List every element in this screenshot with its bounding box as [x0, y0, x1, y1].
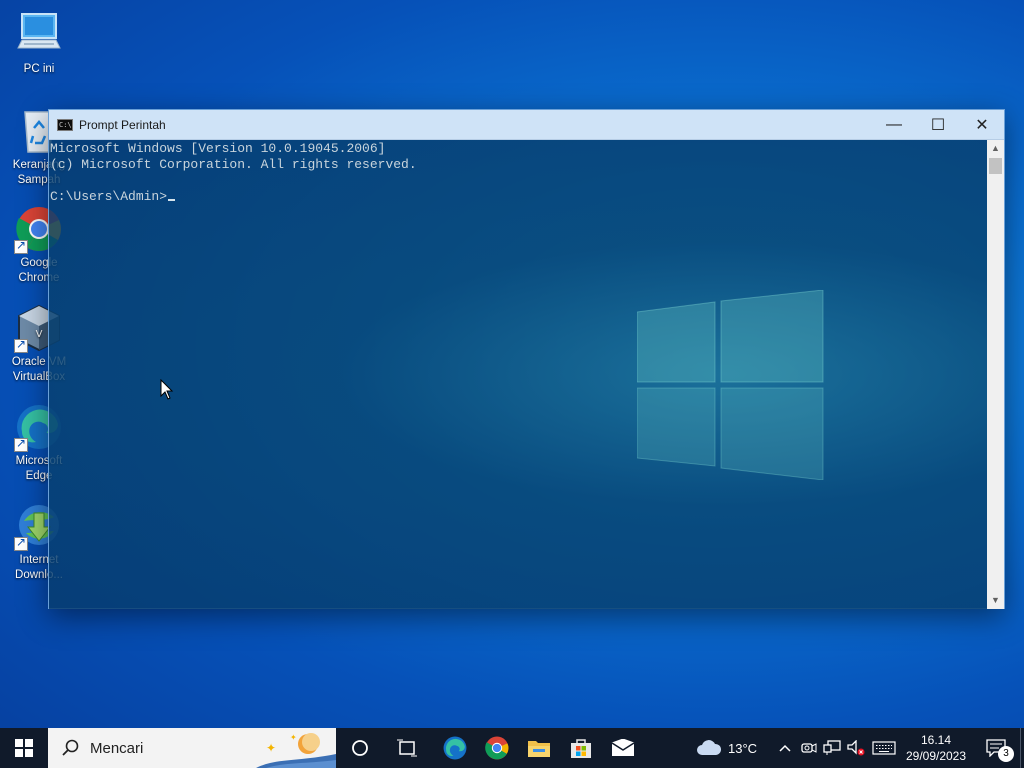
desktop-icon-this-pc[interactable]: PC ini	[6, 10, 72, 77]
show-hidden-icons-button[interactable]	[776, 728, 794, 768]
windows-start-icon	[15, 739, 33, 757]
taskbar-chrome-button[interactable]	[476, 728, 518, 768]
file-explorer-icon	[528, 741, 550, 757]
scrollbar-thumb[interactable]	[989, 158, 1002, 174]
search-highlight-illustration: ✦ ✦	[256, 733, 336, 768]
scroll-up-arrow-icon[interactable]: ▲	[987, 140, 1004, 157]
shortcut-arrow-icon	[14, 238, 28, 254]
meet-now-button[interactable]	[799, 728, 819, 768]
weather-temperature: 13°C	[728, 740, 758, 756]
search-placeholder: Mencari	[90, 739, 144, 757]
command-prompt-window[interactable]: C:\ Prompt Perintah — ☐ ✕ Microsoft Wind…	[48, 109, 1005, 609]
meet-now-icon	[801, 743, 817, 753]
console-line: Microsoft Windows [Version 10.0.19045.20…	[50, 141, 386, 156]
shortcut-arrow-icon	[14, 337, 28, 353]
weather-widget[interactable]: 13°C	[696, 728, 766, 768]
svg-text:V: V	[36, 329, 43, 340]
task-view-button[interactable]	[386, 728, 428, 768]
keyboard-icon	[872, 741, 896, 755]
volume-muted-icon	[847, 740, 865, 756]
chrome-icon	[485, 736, 509, 760]
cortana-button[interactable]	[339, 728, 381, 768]
edge-icon	[443, 736, 467, 760]
vertical-scrollbar[interactable]: ▲ ▼	[987, 140, 1004, 609]
console-prompt-line[interactable]: C:\Users\Admin>	[50, 189, 417, 205]
window-title: Prompt Perintah	[79, 117, 166, 132]
shortcut-arrow-icon	[14, 535, 28, 551]
console-line: (c) Microsoft Corporation. All rights re…	[50, 157, 417, 172]
taskbar-search-box[interactable]: Mencari ✦ ✦	[48, 728, 336, 768]
shortcut-arrow-icon	[14, 436, 28, 452]
show-desktop-button[interactable]	[1020, 728, 1024, 768]
task-view-icon	[397, 739, 417, 757]
console-prompt: C:\Users\Admin>	[50, 189, 168, 204]
windows-logo-wallpaper	[636, 289, 827, 485]
volume-button[interactable]	[846, 728, 866, 768]
scroll-down-arrow-icon[interactable]: ▼	[987, 592, 1004, 609]
mouse-pointer-icon	[160, 378, 174, 406]
minimize-button[interactable]: —	[872, 110, 916, 140]
console-area[interactable]: Microsoft Windows [Version 10.0.19045.20…	[49, 140, 988, 609]
search-icon	[62, 739, 79, 756]
svg-text:✦: ✦	[290, 733, 297, 742]
mail-icon	[611, 739, 635, 756]
notification-count-badge: 3	[998, 746, 1014, 762]
notification-center-button[interactable]: 3	[976, 728, 1016, 768]
store-icon	[571, 739, 591, 758]
window-titlebar[interactable]: C:\ Prompt Perintah — ☐ ✕	[49, 110, 1004, 140]
clock-time: 16.14	[920, 733, 952, 747]
console-output[interactable]: Microsoft Windows [Version 10.0.19045.20…	[50, 141, 417, 205]
cmd-app-icon: C:\	[57, 118, 73, 131]
cortana-icon	[352, 740, 368, 756]
taskbar: Mencari ✦ ✦ 13°C 16.14 29/09/2023 3	[0, 728, 1024, 768]
keyboard-button[interactable]	[871, 728, 897, 768]
taskbar-edge-button[interactable]	[434, 728, 476, 768]
close-button[interactable]: ✕	[960, 110, 1004, 140]
computer-icon	[14, 10, 64, 60]
start-button[interactable]	[0, 728, 48, 768]
clock[interactable]: 16.14 29/09/2023	[900, 728, 972, 768]
network-icon	[823, 740, 841, 755]
clock-date: 29/09/2023	[905, 749, 967, 763]
svg-text:✦: ✦	[266, 741, 276, 755]
network-button[interactable]	[822, 728, 842, 768]
taskbar-mail-button[interactable]	[602, 728, 644, 768]
text-cursor	[168, 199, 176, 201]
taskbar-file-explorer-button[interactable]	[518, 728, 560, 768]
taskbar-store-button[interactable]	[560, 728, 602, 768]
chevron-up-icon	[779, 744, 791, 752]
cloud-icon	[697, 740, 722, 755]
desktop-icon-label: PC ini	[23, 63, 55, 75]
maximize-button[interactable]: ☐	[916, 110, 960, 140]
